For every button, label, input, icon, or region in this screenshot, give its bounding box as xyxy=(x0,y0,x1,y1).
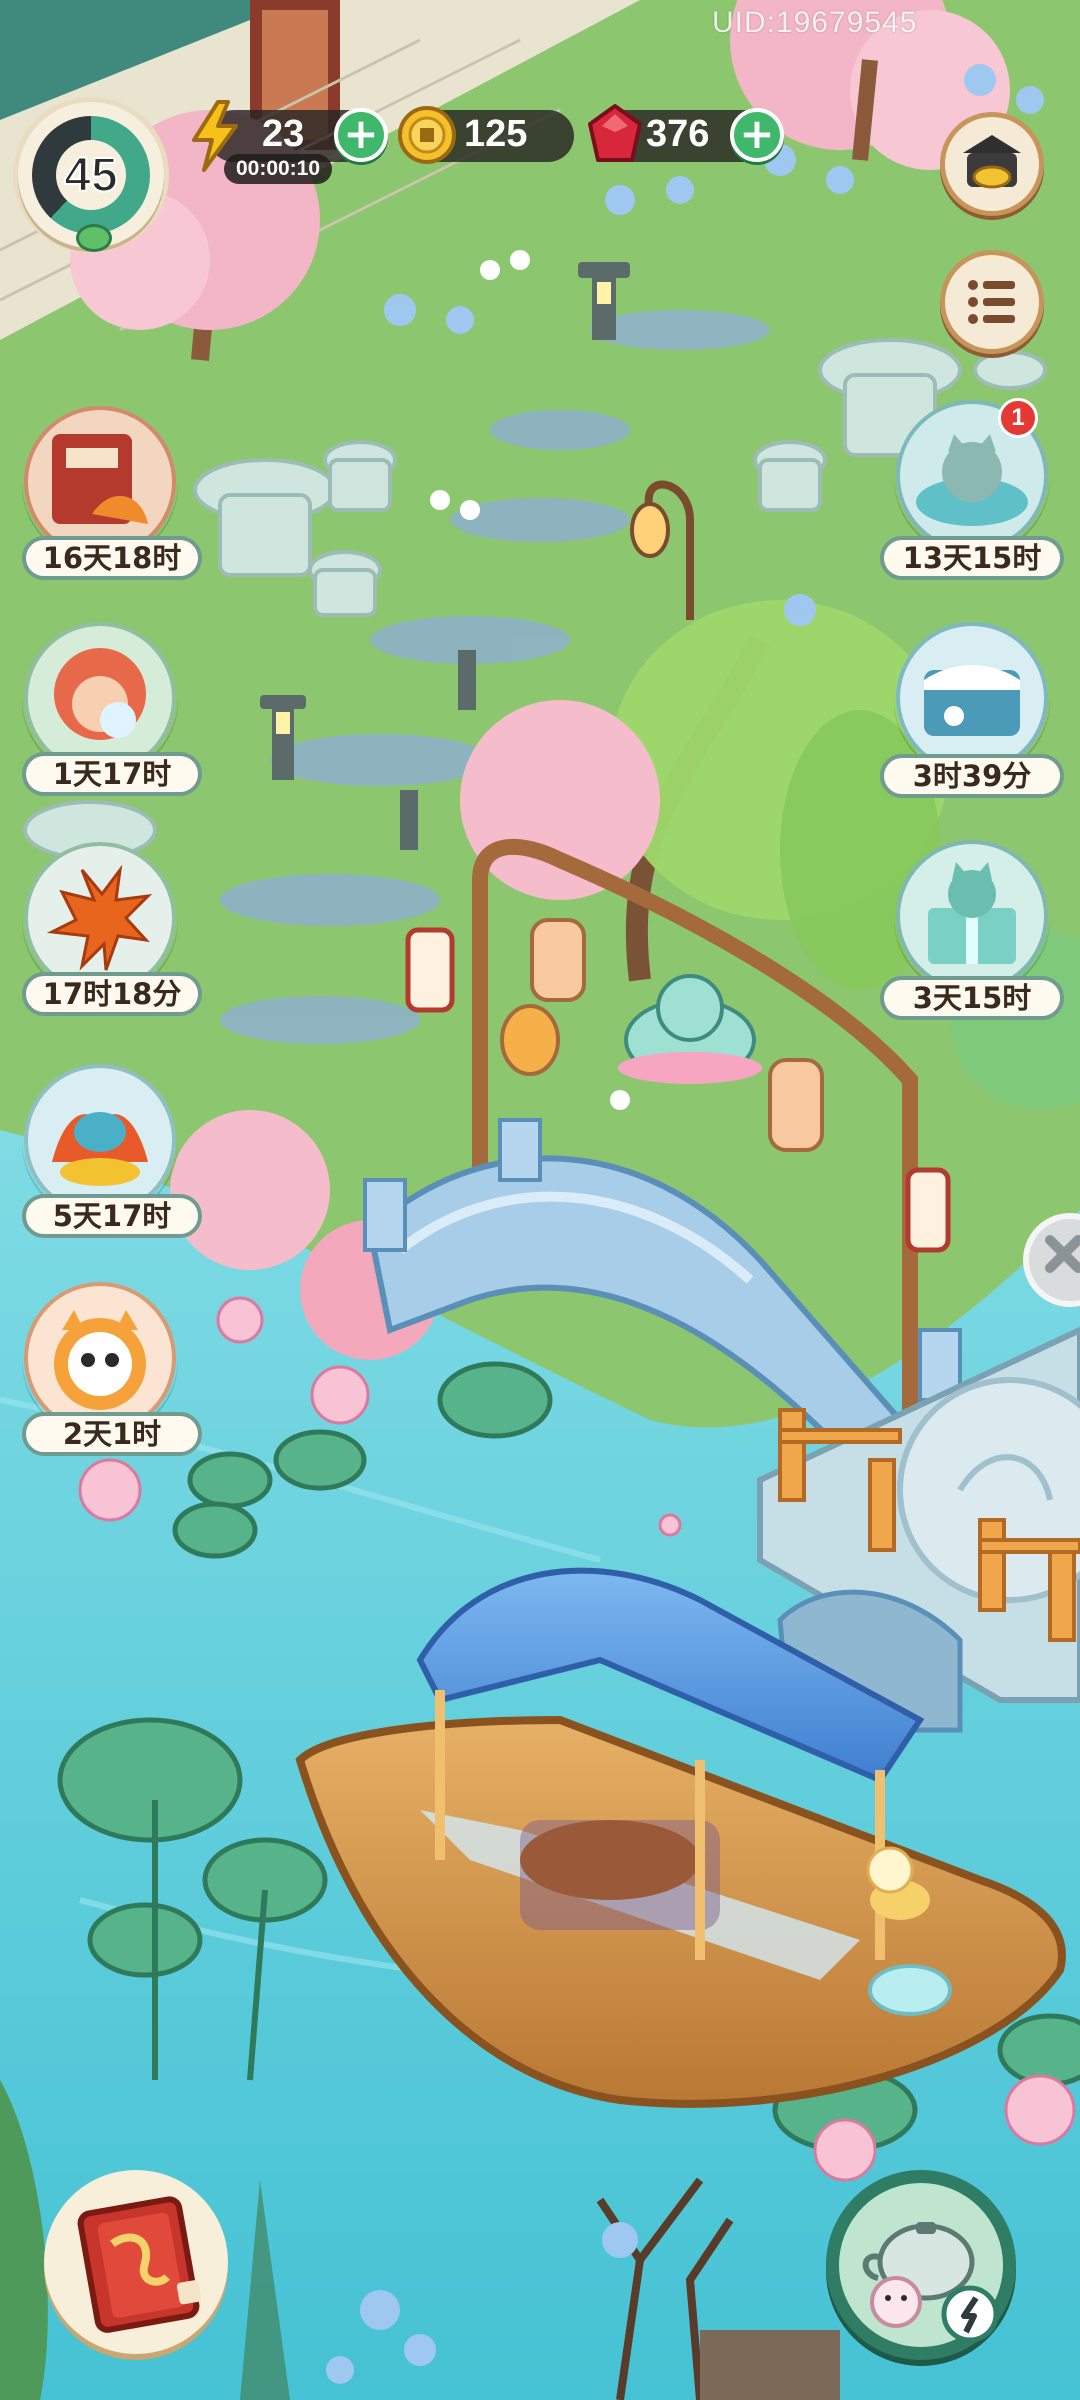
leaf-icon xyxy=(76,224,112,252)
gift-box-cat-event-icon xyxy=(896,840,1048,992)
energy-value: 23 xyxy=(262,113,305,155)
event-timer: 17时18分 xyxy=(22,972,202,1016)
event-timer: 3时39分 xyxy=(880,754,1064,798)
task-list-button[interactable] xyxy=(940,250,1044,354)
journal-button[interactable] xyxy=(44,2170,228,2354)
teapot-icon xyxy=(831,2175,1011,2355)
event-timer: 1天17时 xyxy=(22,752,202,796)
event-timer: 5天17时 xyxy=(22,1194,202,1238)
gem-value: 376 xyxy=(646,113,710,155)
red-book-icon xyxy=(77,2196,202,2333)
event-timer: 16天18时 xyxy=(22,536,202,580)
player-level-badge[interactable]: 45 xyxy=(18,102,164,252)
list-icon xyxy=(968,280,1015,324)
uid-label: UID:19679545 xyxy=(712,6,918,39)
red-gem-icon xyxy=(588,104,642,162)
winter-scene-event-icon xyxy=(896,622,1048,774)
event-lion-dance[interactable]: 1天17时 xyxy=(22,620,202,796)
energy-refill-timer: 00:00:10 xyxy=(224,154,332,184)
event-timer: 3天15时 xyxy=(880,976,1064,1020)
event-autumn-festival[interactable]: 5天17时 xyxy=(22,1062,202,1238)
notification-badge: 1 xyxy=(998,398,1038,438)
shop-button[interactable] xyxy=(940,112,1044,216)
tea-house-button[interactable] xyxy=(826,2170,1016,2360)
player-level: 45 xyxy=(63,148,118,203)
event-lantern-scroll[interactable]: 16天18时 xyxy=(22,404,202,580)
event-maple-leaf[interactable]: 17时18分 xyxy=(22,840,202,1016)
coin-icon xyxy=(398,106,456,164)
side-panel-close-button[interactable] xyxy=(1020,1210,1080,1310)
coin-value: 125 xyxy=(464,113,528,155)
add-gems-button[interactable]: + xyxy=(730,108,784,162)
add-energy-button[interactable]: + xyxy=(334,108,388,162)
level-progress-ring: 45 xyxy=(32,116,150,234)
treasure-shop-icon xyxy=(963,135,1021,189)
event-lucky-cat[interactable]: 2天1时 xyxy=(22,1280,202,1456)
event-timer: 2天1时 xyxy=(22,1412,202,1456)
close-icon xyxy=(1023,1213,1080,1307)
event-timer: 13天15时 xyxy=(880,536,1064,580)
